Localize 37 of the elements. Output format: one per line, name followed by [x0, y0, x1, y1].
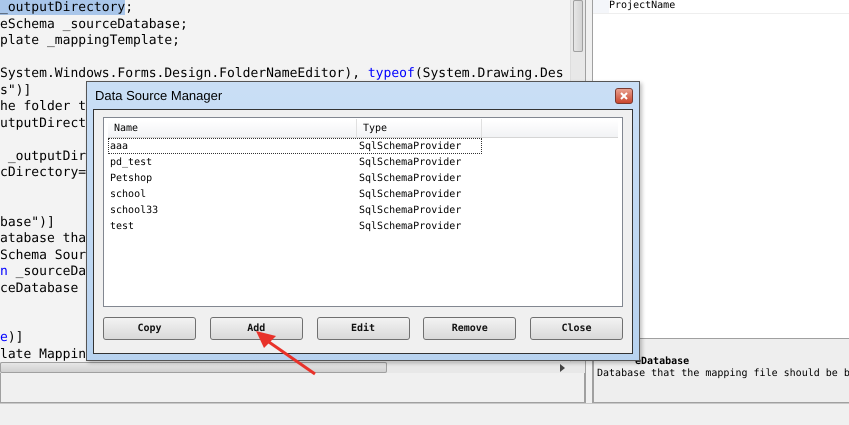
description-title: eDatabase [635, 356, 690, 367]
code-line: plate _mappingTemplate; [0, 33, 180, 50]
code-line: s")] [0, 82, 32, 99]
close-icon [620, 92, 628, 100]
code-line: ceDatabase [0, 280, 78, 297]
dialog-button[interactable]: Edit [316, 317, 410, 340]
column-header[interactable]: Name [108, 119, 357, 137]
list-row[interactable]: Petshop SqlSchemaProvider [108, 170, 482, 186]
close-button[interactable] [615, 88, 633, 104]
list-row[interactable]: pd_test SqlSchemaProvider [108, 154, 482, 170]
description-text: Database that the mapping file should be b [597, 368, 849, 379]
dialog-button[interactable]: Add [210, 317, 303, 340]
code-line: Schema Sour [0, 248, 86, 264]
code-line: he folder t [0, 99, 86, 116]
code-line: late Mappin [0, 346, 86, 362]
column-header[interactable]: Type [357, 119, 482, 137]
horizontal-scrollbar[interactable] [0, 362, 585, 373]
list-row[interactable]: school SqlSchemaProvider [108, 186, 482, 202]
code-line: n _sourceDa [0, 264, 86, 280]
code-line: _outputDir [6, 148, 86, 165]
code-line: System.Windows.Forms.Design.FolderNameEditor), typeof(System.Drawing.Des [0, 66, 564, 82]
code-line: e)] [0, 330, 24, 346]
code-line: cDirectory= [0, 165, 86, 182]
code-line: atabase tha [0, 231, 86, 248]
annotation-arrow [256, 331, 316, 376]
dialog-button[interactable]: Copy [103, 317, 196, 340]
list-row[interactable]: aaa SqlSchemaProvider [108, 138, 482, 154]
code-line: base")] [0, 214, 55, 231]
right-arrow-icon[interactable] [560, 364, 565, 372]
code-line: utputDirect [0, 116, 86, 132]
dialog-title: Data Source Manager [95, 88, 222, 103]
dialog-button[interactable]: Close [530, 317, 623, 340]
list-row[interactable]: school33 SqlSchemaProvider [108, 202, 482, 218]
list-row[interactable]: test SqlSchemaProvider [108, 218, 482, 234]
dialog-button[interactable]: Remove [423, 317, 516, 340]
property-name[interactable]: ProjectName [609, 0, 676, 13]
code-line: eSchema _sourceDatabase; [0, 16, 188, 33]
